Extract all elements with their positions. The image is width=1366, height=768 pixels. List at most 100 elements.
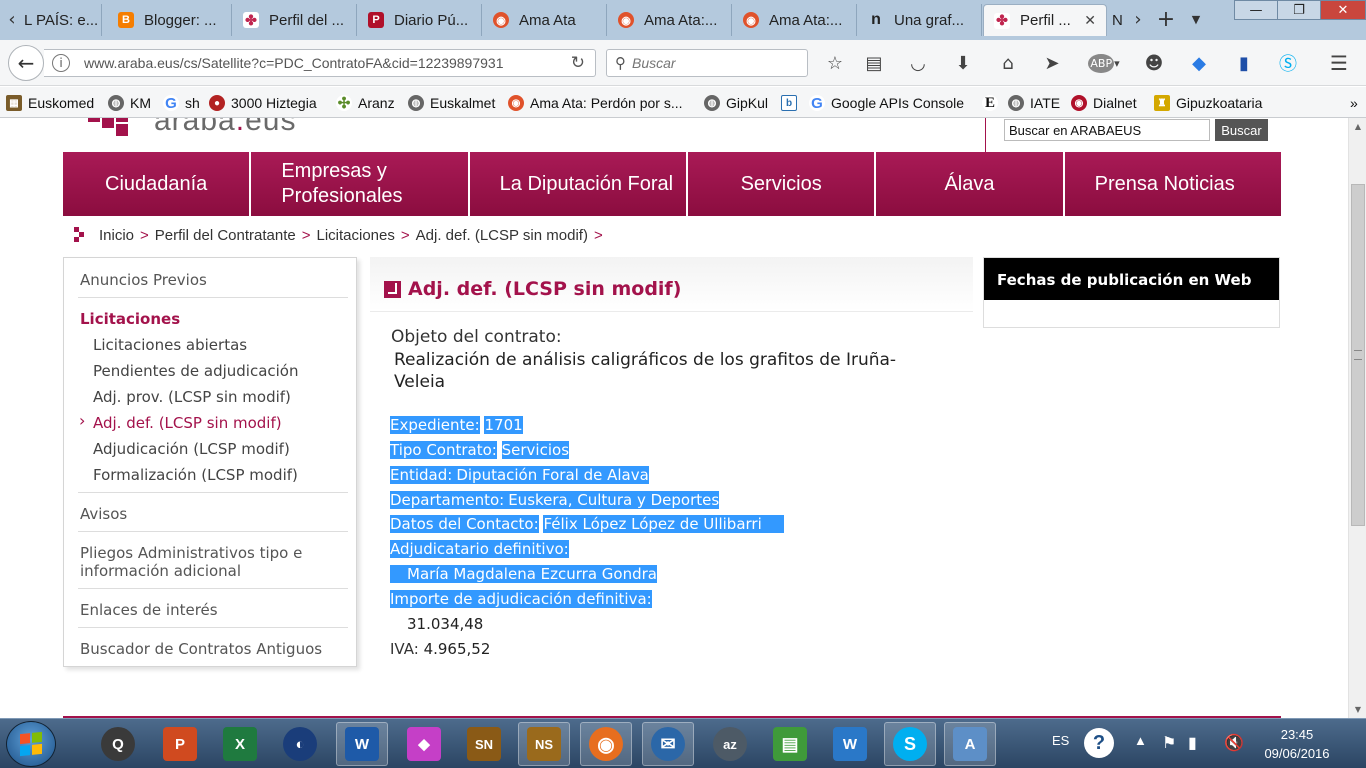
tab-amaata-3[interactable]: ◉ Ama Ata:... bbox=[733, 4, 857, 36]
sidebar-item-anuncios[interactable]: Anuncios Previos bbox=[80, 271, 207, 289]
taskbar-gem-app[interactable]: ◆ bbox=[398, 722, 450, 766]
clock[interactable]: 23:45 09/06/2016 bbox=[1252, 725, 1342, 763]
help-icon[interactable]: ? bbox=[1084, 728, 1114, 758]
bookmark-star-icon[interactable]: ☆ bbox=[822, 51, 848, 75]
sidebar-item-pliegos-line2[interactable]: información adicional bbox=[80, 562, 241, 580]
bookmark-gipuzkoataria[interactable]: ♜ Gipuzkoataria bbox=[1154, 93, 1262, 113]
minimize-button[interactable]: — bbox=[1234, 0, 1278, 20]
tab-scroll-right-icon[interactable]: › bbox=[1128, 6, 1148, 34]
taskbar-ns[interactable]: NS bbox=[518, 722, 570, 766]
url-bar[interactable]: i www.araba.eus/cs/Satellite?c=PDC_Contr… bbox=[44, 49, 596, 77]
tab-perfil[interactable]: ✤ Perfil del ... bbox=[233, 4, 357, 36]
sidebar-sub-adj-def[interactable]: Adj. def. (LCSP sin modif) bbox=[79, 411, 282, 432]
volume-icon[interactable]: 🔇 bbox=[1224, 733, 1244, 753]
download-icon[interactable]: ⬇ bbox=[950, 51, 976, 75]
taskbar-excel[interactable]: X bbox=[214, 722, 266, 766]
tray-expand-icon[interactable]: ▲ bbox=[1134, 733, 1147, 748]
nav-servicios[interactable]: Servicios bbox=[688, 152, 877, 216]
reload-icon[interactable]: ↻ bbox=[571, 53, 585, 73]
bookmark-gipkul[interactable]: ◍ GipKul bbox=[704, 93, 768, 113]
bookmark-iate[interactable]: ◍ IATE bbox=[1008, 93, 1060, 113]
taskbar-globe[interactable]: ◐ bbox=[274, 722, 326, 766]
new-tab-button[interactable]: + bbox=[1156, 6, 1176, 34]
nav-alava[interactable]: Álava bbox=[876, 152, 1065, 216]
tab-amaata-1[interactable]: ◉ Ama Ata bbox=[483, 4, 607, 36]
bookmark-sh[interactable]: Gsh bbox=[163, 93, 200, 113]
smiley-icon[interactable]: ☻ bbox=[1141, 51, 1167, 75]
bookmark-amaata[interactable]: ◉ Ama Ata: Perdón por s... bbox=[508, 93, 683, 113]
scroll-up-icon[interactable]: ▲ bbox=[1349, 118, 1366, 135]
breadcrumb-inicio[interactable]: Inicio bbox=[99, 227, 134, 244]
bookmark-euskalmet[interactable]: ◍ Euskalmet bbox=[408, 93, 495, 113]
url-text[interactable]: www.araba.eus/cs/Satellite?c=PDC_Contrat… bbox=[84, 55, 554, 71]
skype-extension-icon[interactable]: Ⓢ bbox=[1275, 51, 1301, 75]
sidebar-sub-adjudicacion[interactable]: Adjudicación (LCSP modif) bbox=[93, 440, 290, 458]
taskbar-doc[interactable]: A bbox=[944, 722, 996, 766]
send-icon[interactable]: ➤ bbox=[1039, 51, 1065, 75]
sidebar-item-licitaciones[interactable]: Licitaciones bbox=[80, 310, 180, 328]
sidebar-item-buscador[interactable]: Buscador de Contratos Antiguos bbox=[80, 640, 322, 658]
taskbar-notepad[interactable]: ▤ bbox=[764, 722, 816, 766]
bookmark-e[interactable]: E bbox=[982, 93, 1004, 113]
taskbar-w-app[interactable]: W bbox=[824, 722, 876, 766]
taskbar-quicktime[interactable]: Q bbox=[92, 722, 144, 766]
nav-prensa[interactable]: Prensa Noticias bbox=[1065, 152, 1281, 216]
breadcrumb-licitaciones[interactable]: Licitaciones bbox=[316, 227, 394, 244]
tab-list-icon[interactable]: ▼ bbox=[1186, 6, 1206, 34]
taskbar-sn[interactable]: SN bbox=[458, 722, 510, 766]
scroll-down-icon[interactable]: ▼ bbox=[1349, 701, 1366, 718]
sidebar-item-pliegos[interactable]: Pliegos Administrativos tipo e bbox=[80, 544, 302, 562]
bookmarks-overflow-icon[interactable]: » bbox=[1350, 93, 1358, 113]
close-tab-icon[interactable]: ✕ bbox=[1084, 12, 1096, 29]
bookmark-aranz[interactable]: ✣ Aranz bbox=[336, 93, 395, 113]
action-center-icon[interactable]: ⚑ bbox=[1162, 733, 1176, 753]
search-input[interactable] bbox=[632, 55, 802, 71]
sidebar-item-enlaces[interactable]: Enlaces de interés bbox=[80, 601, 218, 619]
page-scrollbar[interactable]: ▲ ▼ bbox=[1348, 118, 1366, 718]
site-search-button[interactable]: Buscar bbox=[1215, 119, 1268, 141]
sidebar-sub-abiertas[interactable]: Licitaciones abiertas bbox=[93, 336, 247, 354]
nav-ciudadania[interactable]: Ciudadanía bbox=[63, 152, 252, 216]
bookmark-euskomed[interactable]: ▦ Euskomed bbox=[6, 93, 94, 113]
nav-empresas[interactable]: Empresas y Profesionales bbox=[251, 152, 470, 216]
search-bar[interactable]: ⚲ bbox=[606, 49, 808, 77]
maximize-button[interactable]: ❐ bbox=[1277, 0, 1321, 20]
tab-blogger[interactable]: B Blogger: ... bbox=[108, 4, 232, 36]
book-extension-icon[interactable]: ▮ bbox=[1231, 51, 1257, 75]
tab-elpais[interactable]: L PAÍS: e... bbox=[20, 4, 102, 36]
bookmark-dialnet[interactable]: ◉ Dialnet bbox=[1071, 93, 1137, 113]
sidebar-sub-adj-prov[interactable]: Adj. prov. (LCSP sin modif) bbox=[93, 388, 291, 406]
tab-scroll-left-icon[interactable]: ‹ bbox=[2, 6, 22, 34]
language-indicator[interactable]: ES bbox=[1052, 733, 1069, 748]
bookmark-b[interactable]: b bbox=[781, 93, 803, 113]
tab-una-graf[interactable]: n Una graf... bbox=[858, 4, 982, 36]
bookmark-3000-hiztegia[interactable]: ● 3000 Hiztegia bbox=[209, 93, 317, 113]
bookmark-km[interactable]: ◍ KM bbox=[108, 93, 151, 113]
back-button[interactable]: ← bbox=[8, 45, 44, 81]
taskbar-skype[interactable]: S bbox=[884, 722, 936, 766]
araba-logo[interactable]: araba.eus bbox=[88, 118, 296, 137]
breadcrumb-current[interactable]: Adj. def. (LCSP sin modif) bbox=[416, 227, 588, 244]
taskbar-powerpoint[interactable]: P bbox=[154, 722, 206, 766]
sidebar-sub-formalizacion[interactable]: Formalización (LCSP modif) bbox=[93, 466, 298, 484]
tab-partial[interactable]: N bbox=[1108, 4, 1128, 36]
gem-extension-icon[interactable]: ◆ bbox=[1186, 51, 1212, 75]
close-window-button[interactable]: ✕ bbox=[1320, 0, 1366, 20]
tab-perfil-active[interactable]: ✤ Perfil ... ✕ bbox=[983, 4, 1107, 36]
bookmark-google-apis[interactable]: G Google APIs Console bbox=[809, 93, 964, 113]
reading-list-icon[interactable]: ▤ bbox=[861, 51, 887, 75]
site-search-input[interactable] bbox=[1004, 119, 1210, 141]
taskbar-az[interactable]: az bbox=[704, 722, 756, 766]
breadcrumb-perfil[interactable]: Perfil del Contratante bbox=[155, 227, 296, 244]
start-button[interactable] bbox=[6, 721, 56, 767]
taskbar-firefox[interactable]: ◉ bbox=[580, 722, 632, 766]
nav-diputacion[interactable]: La Diputación Foral bbox=[470, 152, 688, 216]
taskbar-word[interactable]: W bbox=[336, 722, 388, 766]
adblock-icon[interactable]: ABP ▾ bbox=[1084, 51, 1124, 75]
tab-amaata-2[interactable]: ◉ Ama Ata:... bbox=[608, 4, 732, 36]
home-icon[interactable]: ⌂ bbox=[995, 51, 1021, 75]
info-icon[interactable]: i bbox=[52, 54, 70, 72]
tab-diario[interactable]: P Diario Pú... bbox=[358, 4, 482, 36]
pocket-icon[interactable]: ◡ bbox=[905, 51, 931, 75]
battery-icon[interactable]: ▮ bbox=[1188, 733, 1197, 753]
